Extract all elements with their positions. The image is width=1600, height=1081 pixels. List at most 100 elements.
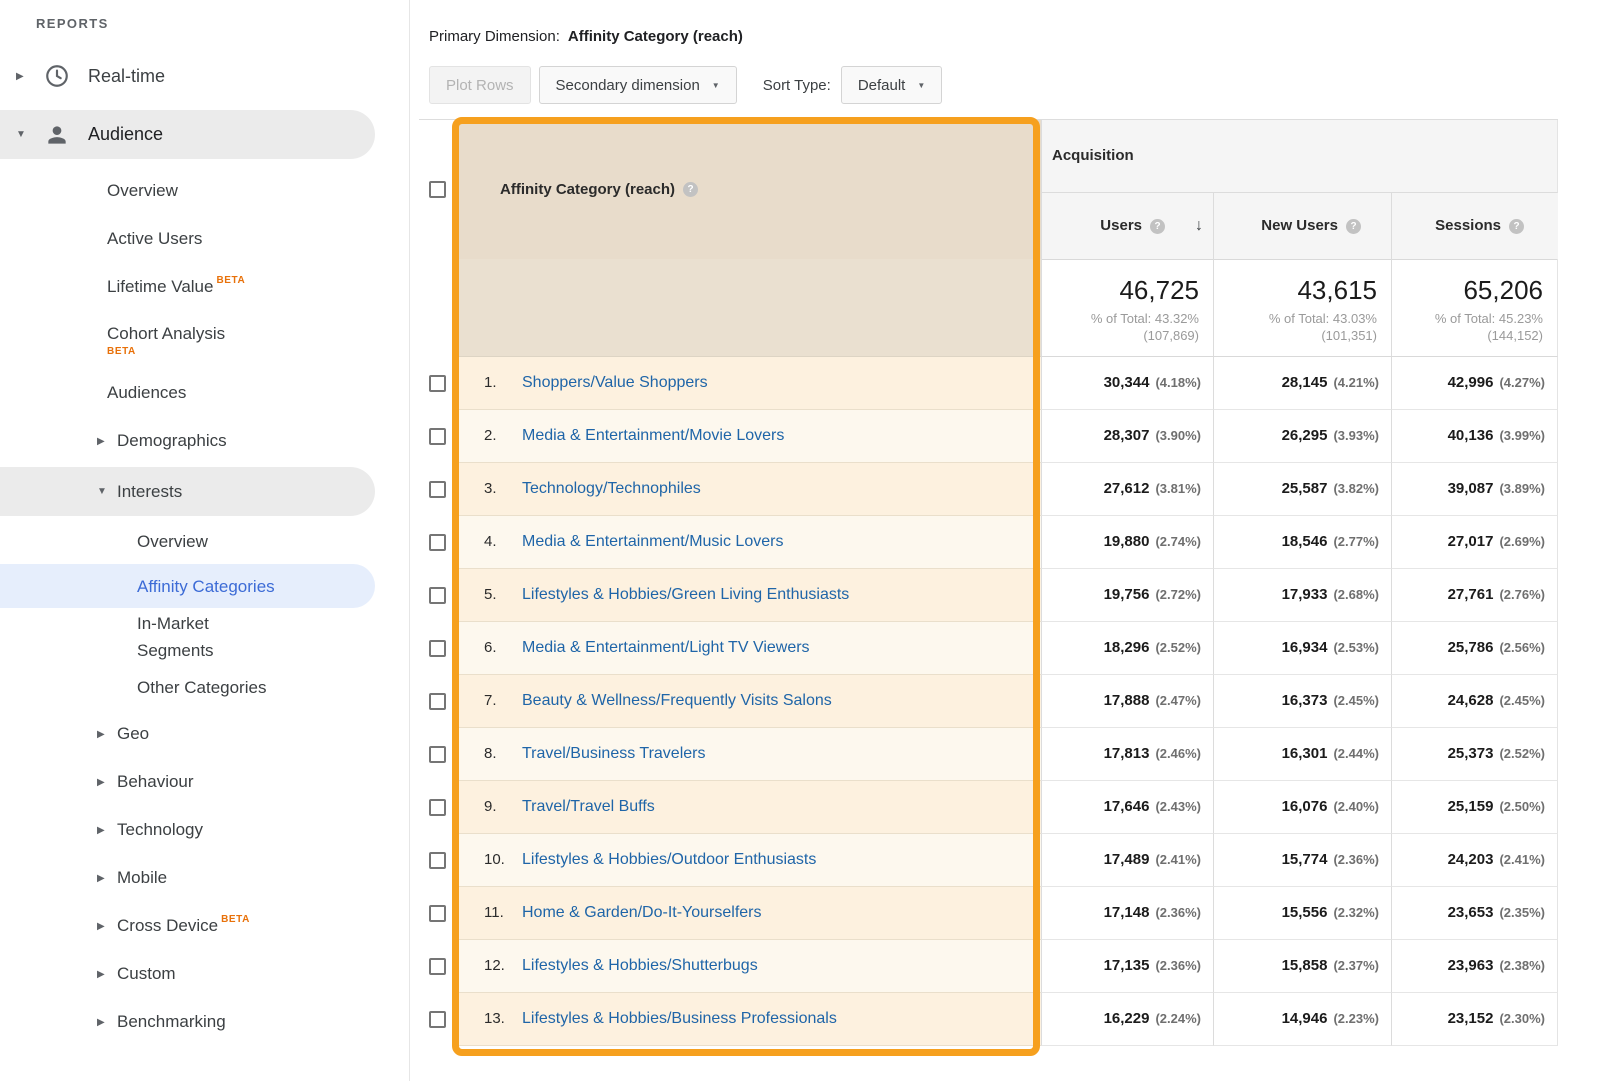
- category-cell: 12.Lifestyles & Hobbies/Shutterbugs: [456, 940, 1041, 993]
- row-checkbox[interactable]: [429, 799, 446, 816]
- category-link[interactable]: Travel/Travel Buffs: [522, 798, 655, 815]
- person-icon: [44, 122, 88, 148]
- sidebar-item-affinity-categories[interactable]: Affinity Categories: [0, 564, 375, 608]
- sidebar-item-label: Audiences: [107, 383, 186, 403]
- sidebar-item-cohort-analysis[interactable]: Cohort Analysis BETA: [0, 311, 409, 369]
- sidebar-item-audience-overview[interactable]: Overview: [0, 167, 409, 215]
- metric-value: 25,587: [1282, 480, 1328, 497]
- analytics-report-page: REPORTS ▶ Real-time ▼ Audience Overview …: [0, 0, 1600, 1081]
- sidebar-item-real-time[interactable]: ▶ Real-time: [0, 48, 409, 104]
- category-link[interactable]: Lifestyles & Hobbies/Shutterbugs: [522, 957, 758, 974]
- sidebar-item-label: Geo: [117, 724, 149, 744]
- row-checkbox[interactable]: [429, 481, 446, 498]
- category-cell: 2.Media & Entertainment/Movie Lovers: [456, 410, 1041, 463]
- sort-type-button[interactable]: Default ▼: [841, 66, 942, 104]
- row-rank: 9.: [484, 781, 522, 833]
- sidebar-item-technology[interactable]: ▶ Technology: [0, 806, 409, 854]
- sidebar-item-interests-overview[interactable]: Overview: [0, 520, 409, 564]
- sidebar-item-mobile[interactable]: ▶ Mobile: [0, 854, 409, 902]
- metric-percent: (4.27%): [1499, 375, 1545, 390]
- reports-heading: REPORTS: [0, 0, 409, 48]
- category-link[interactable]: Home & Garden/Do-It-Yourselfers: [522, 904, 762, 921]
- category-link[interactable]: Media & Entertainment/Music Lovers: [522, 533, 783, 550]
- row-rank: 6.: [484, 622, 522, 674]
- row-checkbox[interactable]: [429, 958, 446, 975]
- help-icon[interactable]: ?: [1150, 219, 1165, 234]
- category-link[interactable]: Lifestyles & Hobbies/Green Living Enthus…: [522, 586, 849, 603]
- users-cell: 16,229(2.24%): [1041, 993, 1213, 1046]
- sidebar-item-active-users[interactable]: Active Users: [0, 215, 409, 263]
- sidebar-item-behaviour[interactable]: ▶ Behaviour: [0, 758, 409, 806]
- sidebar-item-lifetime-value[interactable]: Lifetime Value BETA: [0, 263, 409, 311]
- help-icon[interactable]: ?: [1509, 219, 1524, 234]
- sidebar-item-label: Cohort Analysis: [107, 324, 225, 344]
- category-link[interactable]: Technology/Technophiles: [522, 480, 701, 497]
- sessions-column-header[interactable]: Sessions?: [1391, 193, 1558, 259]
- metric-percent: (2.47%): [1155, 693, 1201, 708]
- category-link[interactable]: Media & Entertainment/Movie Lovers: [522, 427, 784, 444]
- sidebar-item-interests[interactable]: ▼ Interests: [0, 467, 375, 516]
- row-checkbox[interactable]: [429, 534, 446, 551]
- users-summary-cell: 46,725 % of Total: 43.32% (107,869): [1041, 259, 1213, 357]
- metric-value: 25,159: [1448, 798, 1494, 815]
- row-select-cell: [419, 622, 456, 675]
- row-checkbox[interactable]: [429, 428, 446, 445]
- select-all-checkbox[interactable]: [429, 181, 446, 198]
- category-link[interactable]: Travel/Business Travelers: [522, 745, 705, 762]
- metric-value: 18,296: [1104, 639, 1150, 656]
- sidebar-item-benchmarking[interactable]: ▶ Benchmarking: [0, 998, 409, 1046]
- row-checkbox[interactable]: [429, 375, 446, 392]
- sidebar-item-audiences[interactable]: Audiences: [0, 369, 409, 417]
- category-cell: 5.Lifestyles & Hobbies/Green Living Enth…: [456, 569, 1041, 622]
- sort-descending-icon: ↓: [1195, 217, 1203, 234]
- users-cell: 17,813(2.46%): [1041, 728, 1213, 781]
- metric-percent: (2.50%): [1499, 799, 1545, 814]
- sidebar-item-custom[interactable]: ▶ Custom: [0, 950, 409, 998]
- row-rank: 4.: [484, 516, 522, 568]
- summary-row: 46,725 % of Total: 43.32% (107,869) 43,6…: [419, 259, 1558, 357]
- metric-value: 23,152: [1448, 1010, 1494, 1027]
- summary-value: 46,725: [1042, 275, 1199, 306]
- category-cell: 6.Media & Entertainment/Light TV Viewers: [456, 622, 1041, 675]
- metric-value: 17,489: [1104, 851, 1150, 868]
- sidebar-item-cross-device[interactable]: ▶ Cross Device BETA: [0, 902, 409, 950]
- table-row: 12.Lifestyles & Hobbies/Shutterbugs17,13…: [419, 940, 1558, 993]
- row-checkbox[interactable]: [429, 587, 446, 604]
- users-column-header[interactable]: Users?↓: [1041, 193, 1213, 259]
- sidebar-item-demographics[interactable]: ▶ Demographics: [0, 417, 409, 465]
- sidebar-item-in-market-segments[interactable]: In-Market Segments: [0, 608, 409, 666]
- primary-dimension-value: Affinity Category (reach): [568, 28, 743, 45]
- row-checkbox[interactable]: [429, 905, 446, 922]
- row-checkbox[interactable]: [429, 640, 446, 657]
- metric-value: 16,934: [1282, 639, 1328, 656]
- category-link[interactable]: Lifestyles & Hobbies/Business Profession…: [522, 1010, 837, 1027]
- metric-percent: (2.52%): [1499, 746, 1545, 761]
- category-cell: 11.Home & Garden/Do-It-Yourselfers: [456, 887, 1041, 940]
- category-link[interactable]: Shoppers/Value Shoppers: [522, 374, 708, 391]
- metric-percent: (2.38%): [1499, 958, 1545, 973]
- report-main: Primary Dimension:Affinity Category (rea…: [411, 0, 1600, 1081]
- sidebar-item-other-categories[interactable]: Other Categories: [0, 666, 409, 710]
- row-checkbox[interactable]: [429, 852, 446, 869]
- plot-rows-button[interactable]: Plot Rows: [429, 66, 531, 104]
- sidebar-item-label: Real-time: [88, 66, 165, 87]
- sidebar-item-audience[interactable]: ▼ Audience: [0, 110, 375, 159]
- help-icon[interactable]: ?: [683, 182, 698, 197]
- users-cell: 17,489(2.41%): [1041, 834, 1213, 887]
- help-icon[interactable]: ?: [1346, 219, 1361, 234]
- secondary-dimension-button[interactable]: Secondary dimension ▼: [539, 66, 737, 104]
- category-link[interactable]: Beauty & Wellness/Frequently Visits Salo…: [522, 692, 832, 709]
- row-checkbox[interactable]: [429, 746, 446, 763]
- new-users-cell: 16,373(2.45%): [1213, 675, 1391, 728]
- summary-total: (101,351): [1214, 327, 1377, 344]
- category-link[interactable]: Lifestyles & Hobbies/Outdoor Enthusiasts: [522, 851, 816, 868]
- sessions-cell: 23,963(2.38%): [1391, 940, 1558, 993]
- metric-value: 16,373: [1282, 692, 1328, 709]
- row-checkbox[interactable]: [429, 693, 446, 710]
- table-row: 2.Media & Entertainment/Movie Lovers28,3…: [419, 410, 1558, 463]
- row-checkbox[interactable]: [429, 1011, 446, 1028]
- new-users-column-header[interactable]: New Users?: [1213, 193, 1391, 259]
- sidebar-item-geo[interactable]: ▶ Geo: [0, 710, 409, 758]
- metric-value: 17,933: [1282, 586, 1328, 603]
- category-link[interactable]: Media & Entertainment/Light TV Viewers: [522, 639, 810, 656]
